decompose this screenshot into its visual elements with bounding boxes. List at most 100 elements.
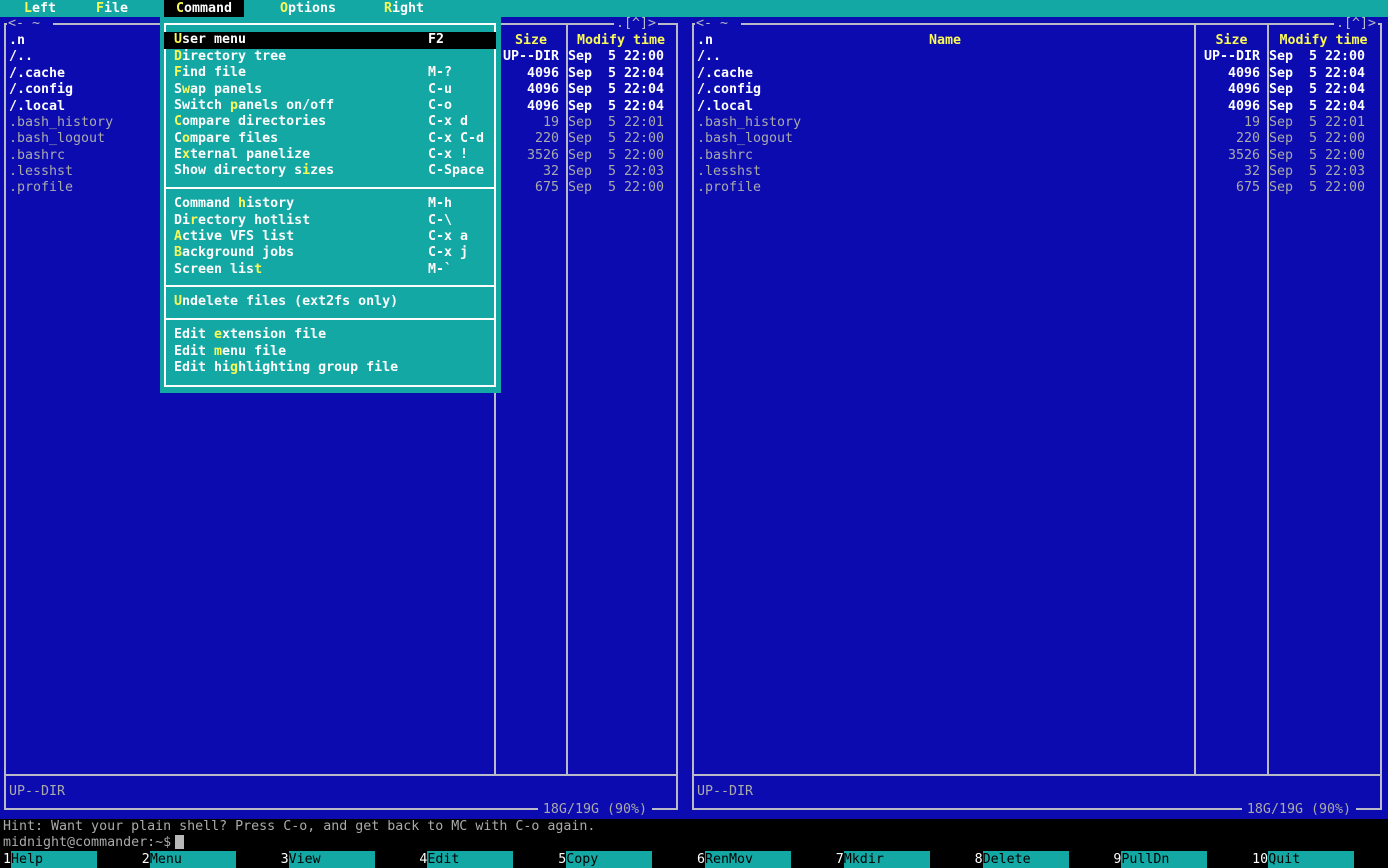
menu-item-directory-tree[interactable]: Directory tree [164,49,496,65]
hotkey-letter: F [96,1,104,16]
hotkey-letter: g [230,360,238,375]
menu-item-active-vfs-list[interactable]: Active VFS listC-x a [164,229,496,245]
menu-item-shortcut: C-x j [428,245,468,261]
file-row[interactable]: .lesshst32Sep 5 22:03 [694,164,1380,180]
hotkey-letter: p [230,98,238,113]
menu-item-compare-files[interactable]: Compare filesC-x C-d [164,131,496,147]
menu-item-find-file[interactable]: Find fileM-? [164,65,496,81]
fkey-label: View [289,851,375,868]
fkey-number: 2 [142,851,150,868]
fkey-number: 9 [1113,851,1121,868]
file-mtime: Sep 5 22:00 [1263,180,1380,196]
menu-item-compare-directories[interactable]: Compare directoriesC-x d [164,114,496,130]
file-size: 4096 [492,66,562,82]
column-header-size: Size [496,33,566,49]
file-row[interactable]: /.local4096Sep 5 22:04 [694,99,1380,115]
file-size: 19 [1192,115,1263,131]
file-size: 4096 [492,82,562,98]
file-row[interactable]: /.cache4096Sep 5 22:04 [694,66,1380,82]
menu-item-command-history[interactable]: Command historyM-h [164,196,496,212]
hotkey-letter: C [174,114,182,129]
fkey-label: Edit [427,851,513,868]
file-row[interactable]: .profile675Sep 5 22:00 [694,180,1380,196]
hotkey-letter: x [182,147,190,162]
fkey-number: 5 [558,851,566,868]
command-menu-dropdown: User menuF2Directory treeFind fileM-?Swa… [160,16,501,393]
fkey-quit[interactable]: 10Quit [1249,851,1388,868]
file-name: .lesshst [694,164,1192,180]
fkey-mkdir[interactable]: 7Mkdir [833,851,972,868]
fkey-copy[interactable]: 5Copy [555,851,694,868]
file-mtime: Sep 5 22:01 [1263,115,1380,131]
file-row[interactable]: .bash_history19Sep 5 22:01 [694,115,1380,131]
menubar-item-options[interactable]: Options [280,0,336,17]
shell-prompt-line[interactable]: midnight@commander:~$ [3,835,184,851]
menu-item-shortcut: C-\ [428,213,452,229]
column-header-mtime: Modify time [570,33,672,49]
menu-item-edit-menu-file[interactable]: Edit menu file [164,344,496,360]
column-header-size: Size [1196,33,1267,49]
file-name: /.config [694,82,1192,98]
file-size: UP--DIR [492,49,562,65]
file-name: /.. [694,49,1192,65]
menu-item-screen-list[interactable]: Screen listM-` [164,262,496,278]
hotkey-letter: A [174,229,182,244]
mini-status-separator [694,774,1380,776]
menu-item-shortcut: F2 [428,32,444,48]
panel-path-label[interactable]: <- ~ [7,16,53,32]
fkey-edit[interactable]: 4Edit [416,851,555,868]
menu-item-external-panelize[interactable]: External panelizeC-x ! [164,147,496,163]
menu-item-directory-hotlist[interactable]: Directory hotlistC-\ [164,213,496,229]
hotkey-letter: e [214,327,222,342]
fkey-menu[interactable]: 2Menu [139,851,278,868]
file-row[interactable]: /.config4096Sep 5 22:04 [694,82,1380,98]
fkey-number: 4 [419,851,427,868]
hotkey-letter: r [190,213,198,228]
file-mtime: Sep 5 22:04 [1263,82,1380,98]
menu-item-shortcut: M-? [428,65,452,81]
menu-item-background-jobs[interactable]: Background jobsC-x j [164,245,496,261]
midnight-commander-screen: LeftFileCommandOptionsRight <- ~ .[^]>.n… [0,0,1388,868]
shell-prompt: midnight@commander:~$ [3,835,171,850]
menu-bar: Left File Command Options Right [0,0,1388,17]
fkey-renmov[interactable]: 6RenMov [694,851,833,868]
menubar-item-left[interactable]: Left [24,0,56,17]
file-name: .bash_logout [694,131,1192,147]
file-mtime: Sep 5 22:00 [1263,49,1380,65]
file-mtime: Sep 5 22:00 [562,180,676,196]
menu-item-shortcut: C-o [428,98,452,114]
menubar-item-file[interactable]: File [96,0,128,17]
panel-path-label[interactable]: <- ~ [695,16,741,32]
file-name: .bash_history [694,115,1192,131]
fkey-delete[interactable]: 8Delete [972,851,1111,868]
file-row[interactable]: .bashrc3526Sep 5 22:00 [694,148,1380,164]
file-size: 32 [1192,164,1263,180]
file-panel-right: <- ~ .[^]>.nNameSizeModify time/..UP--DI… [688,16,1388,819]
fkey-view[interactable]: 3View [278,851,417,868]
file-row[interactable]: /..UP--DIRSep 5 22:00 [694,49,1380,65]
menubar-item-command[interactable]: Command [164,0,244,17]
menu-item-show-directory-sizes[interactable]: Show directory sizesC-Space [164,163,496,179]
menu-item-undelete-files-ext2fs-only-[interactable]: Undelete files (ext2fs only) [164,294,496,310]
menu-item-switch-panels-on-off[interactable]: Switch panels on/offC-o [164,98,496,114]
menu-item-edit-extension-file[interactable]: Edit extension file [164,327,496,343]
fkey-label: PullDn [1121,851,1207,868]
panel-corner-buttons[interactable]: .[^]> [1334,16,1378,32]
menu-item-shortcut: C-x ! [428,147,468,163]
panel-corner-buttons[interactable]: .[^]> [614,16,658,32]
hotkey-letter: m [214,344,222,359]
file-size: 220 [492,131,562,147]
file-size: UP--DIR [1192,49,1263,65]
column-header-mtime: Modify time [1271,33,1376,49]
file-name: /.local [694,99,1192,115]
file-name: .profile [694,180,1192,196]
fkey-pulldn[interactable]: 9PullDn [1110,851,1249,868]
fkey-help[interactable]: 1Help [0,851,139,868]
fkey-label: Copy [566,851,652,868]
menu-item-edit-highlighting-group-file[interactable]: Edit highlighting group file [164,360,496,376]
hotkey-letter: L [24,1,32,16]
menubar-item-right[interactable]: Right [384,0,424,17]
file-row[interactable]: .bash_logout220Sep 5 22:00 [694,131,1380,147]
menu-item-swap-panels[interactable]: Swap panelsC-u [164,82,496,98]
menu-item-user-menu[interactable]: User menuF2 [164,32,496,48]
